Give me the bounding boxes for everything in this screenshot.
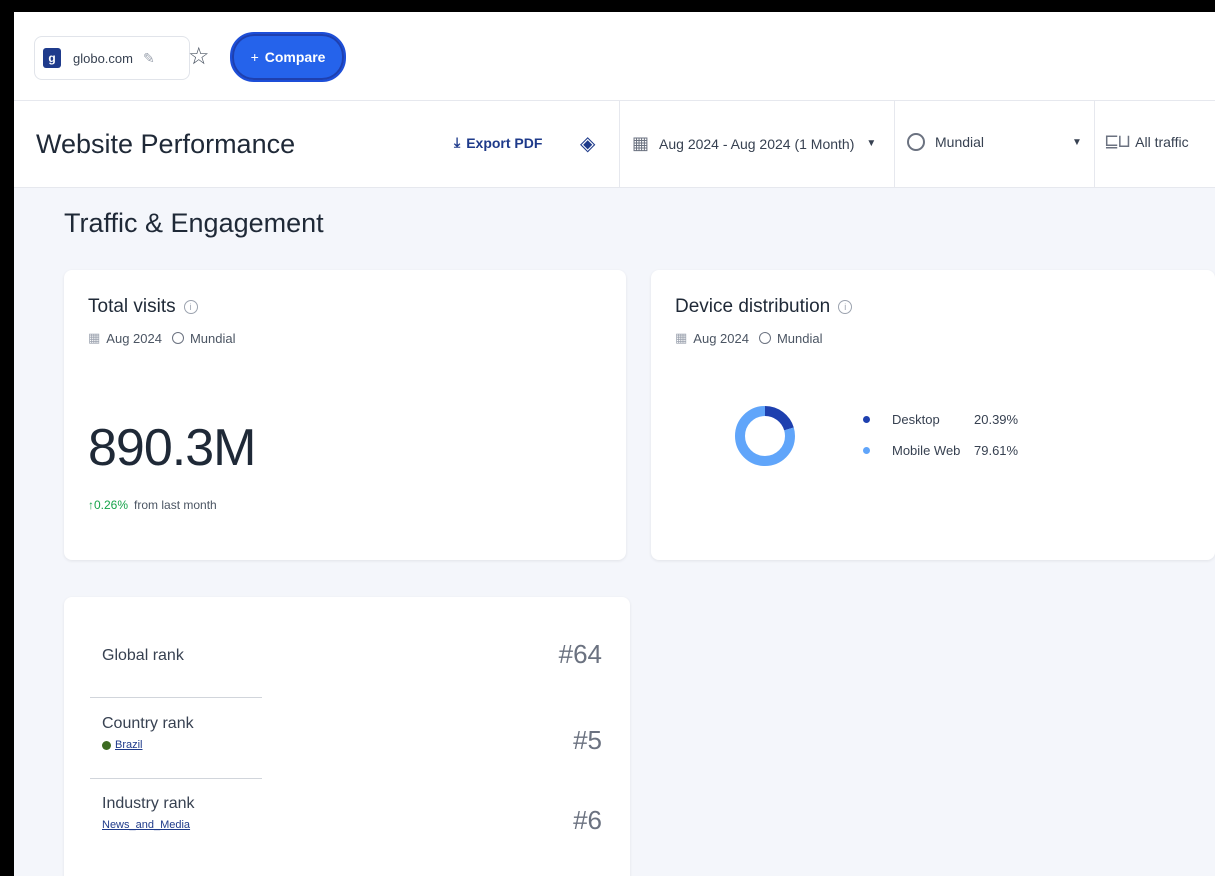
delta-value: 0.26%: [94, 498, 129, 512]
brazil-flag-icon: [102, 740, 111, 750]
globe-icon: [758, 332, 771, 344]
section-title: Traffic & Engagement: [64, 208, 324, 238]
site-favicon-icon: g: [43, 48, 61, 68]
country-rank-row: Country rank Brazil #5: [102, 715, 602, 755]
industry-link[interactable]: News_and_Media: [102, 819, 602, 831]
info-icon[interactable]: i: [183, 300, 198, 314]
legend-item-desktop: Desktop 20.39%: [863, 412, 1018, 427]
top-bar: g globo.com ✎ ☆ + Compare: [14, 12, 1215, 101]
globe-icon: [171, 332, 184, 344]
card-meta: ▦ Aug 2024 Mundial: [675, 330, 823, 346]
rank-value: #5: [573, 725, 602, 755]
period-label: Aug 2024: [106, 330, 162, 346]
total-visits-value: 890.3M: [88, 419, 256, 477]
date-range-dropdown[interactable]: ▦ Aug 2024 - Aug 2024 (1 Month) ▼: [632, 133, 876, 154]
legend-label: Mobile Web: [892, 443, 961, 458]
rank-divider: [90, 697, 262, 698]
region-label: Mundial: [189, 330, 236, 346]
device-donut-chart: [735, 406, 795, 466]
industry-rank-row: Industry rank News_and_Media #6: [102, 795, 602, 835]
layers-icon[interactable]: ◈: [580, 131, 595, 156]
global-rank-row: Global rank #64: [102, 639, 602, 669]
domain-chip[interactable]: g globo.com ✎: [34, 36, 190, 80]
info-icon[interactable]: i: [838, 300, 853, 314]
total-visits-title: Total visits: [88, 296, 176, 317]
rank-value: #6: [573, 805, 602, 835]
country-name: Brazil: [115, 739, 143, 751]
traffic-type-dropdown[interactable]: ⊑⊔ All traffic: [1104, 131, 1189, 152]
legend-item-mobile-web: Mobile Web 79.61%: [863, 443, 1018, 458]
legend-value: 79.61%: [974, 443, 1019, 458]
visits-delta: ↑ 0.26% from last month: [88, 498, 217, 512]
device-distribution-title: Device distribution: [675, 296, 831, 317]
header-divider: [894, 101, 895, 187]
region-label: Mundial: [776, 330, 823, 346]
globe-icon: [907, 133, 925, 151]
period-label: Aug 2024: [693, 330, 749, 346]
rank-label: Country rank: [102, 715, 194, 732]
rank-divider: [90, 778, 262, 779]
total-visits-card: Total visits i ▦ Aug 2024 Mundial 890.3M…: [64, 270, 626, 560]
page-header: Website Performance ⤓ Export PDF ◈ ▦ Aug…: [14, 101, 1215, 188]
card-title: Total visits i: [88, 296, 198, 318]
favorite-star-icon[interactable]: ☆: [188, 42, 210, 71]
delta-suffix: from last month: [134, 498, 217, 512]
card-title: Device distribution i: [675, 296, 853, 318]
chevron-down-icon[interactable]: ▼: [1072, 137, 1082, 148]
compare-button[interactable]: + Compare: [230, 32, 346, 82]
export-pdf-button[interactable]: ⤓ Export PDF: [454, 134, 542, 151]
app-window: g globo.com ✎ ☆ + Compare Website Perfor…: [14, 12, 1215, 876]
edit-pencil-icon[interactable]: ✎: [143, 50, 155, 67]
legend-label: Desktop: [892, 412, 940, 427]
page-title: Website Performance: [36, 129, 296, 159]
download-icon: ⤓: [454, 134, 461, 150]
plus-icon: +: [250, 49, 259, 65]
traffic-source-icon: ⊑⊔: [1104, 131, 1131, 151]
rank-card: Global rank #64 Country rank Brazil #5 I…: [64, 597, 630, 876]
country-link[interactable]: Brazil: [102, 739, 602, 751]
compare-label: Compare: [264, 49, 326, 65]
device-distribution-card: Device distribution i ▦ Aug 2024 Mundial…: [651, 270, 1215, 560]
domain-name: globo.com: [73, 50, 133, 66]
header-divider: [619, 101, 620, 187]
date-range-label: Aug 2024 - Aug 2024 (1 Month): [659, 135, 855, 152]
rank-label: Global rank: [102, 647, 184, 664]
header-divider: [1094, 101, 1095, 187]
legend-value: 20.39%: [974, 412, 1019, 427]
card-meta: ▦ Aug 2024 Mundial: [88, 330, 236, 346]
traffic-type-label: All traffic: [1135, 133, 1189, 150]
rank-label: Industry rank: [102, 795, 195, 812]
calendar-icon: ▦: [632, 133, 650, 153]
region-dropdown[interactable]: Mundial: [907, 133, 984, 151]
calendar-icon: ▦: [88, 330, 101, 345]
region-label: Mundial: [935, 134, 985, 150]
calendar-icon: ▦: [675, 330, 688, 345]
legend-dot: [863, 447, 870, 454]
chevron-down-icon: ▼: [866, 138, 877, 149]
export-label: Export PDF: [466, 134, 543, 151]
rank-value: #64: [558, 639, 602, 669]
legend-dot: [863, 416, 870, 423]
device-legend: Desktop 20.39% Mobile Web 79.61%: [863, 412, 1018, 474]
